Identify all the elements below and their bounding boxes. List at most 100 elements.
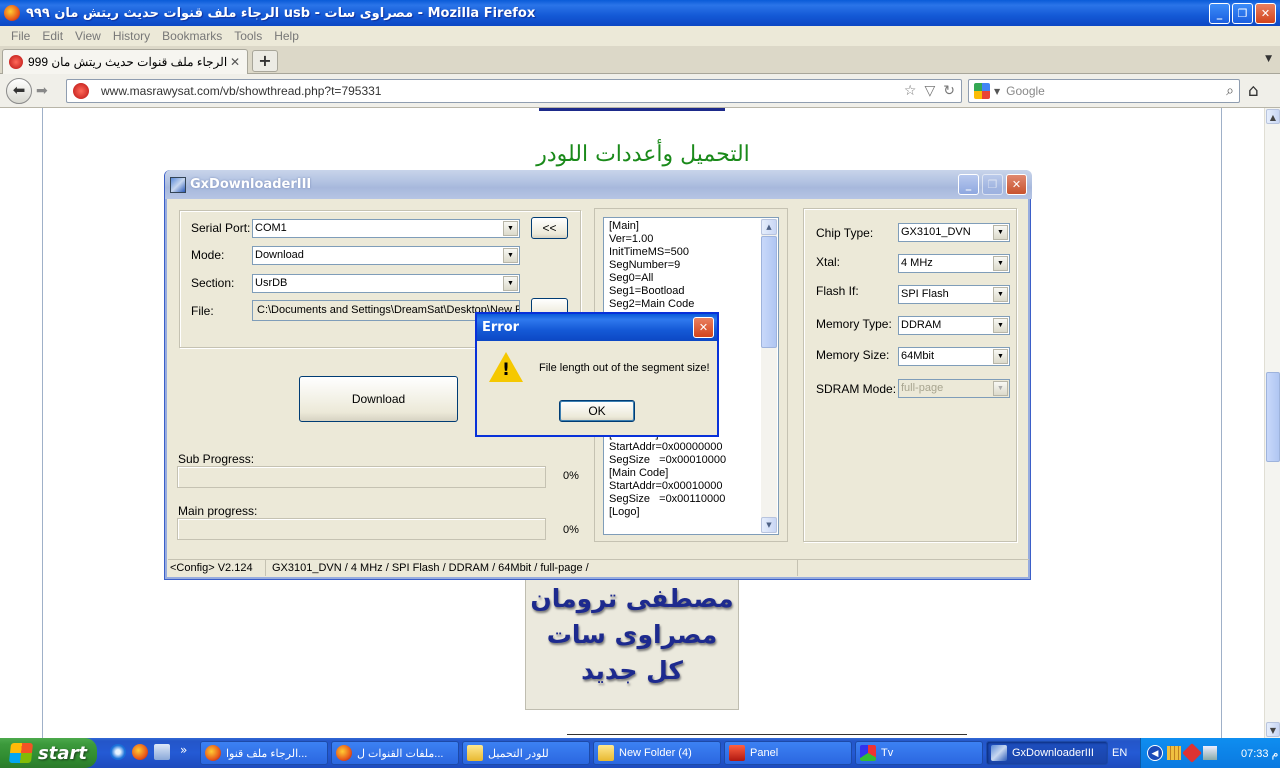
section-select[interactable]: UsrDB ▼ <box>252 274 520 293</box>
error-message: File length out of the segment size! <box>539 362 710 374</box>
xtal-select[interactable]: 4 MHz ▼ <box>898 254 1010 273</box>
firefox-icon <box>336 745 352 761</box>
home-icon[interactable]: ⌂ <box>1248 81 1259 101</box>
menu-file[interactable]: File <box>6 29 35 43</box>
browser-tab[interactable]: الرجاء ملف قنوات حديث ريتش مان 999 ... ✕ <box>2 49 248 74</box>
internet-explorer-icon[interactable] <box>110 744 126 760</box>
menu-help[interactable]: Help <box>269 29 304 43</box>
reload-icon[interactable]: ↻ <box>943 83 955 99</box>
gx-status-bar: <Config> V2.124 GX3101_DVN / 4 MHz / SPI… <box>168 559 1029 576</box>
config-line: SegSize =0x00010000 <box>609 454 727 466</box>
mode-select[interactable]: Download ▼ <box>252 246 520 265</box>
menu-view[interactable]: View <box>70 29 106 43</box>
config-scrollbar[interactable]: ▲ ▼ <box>761 219 777 533</box>
error-title-bar[interactable]: Error <box>477 314 717 341</box>
tab-title: الرجاء ملف قنوات حديث ريتش مان 999 ... <box>28 55 227 69</box>
start-button[interactable]: start <box>0 738 97 768</box>
firefox-icon <box>4 5 20 21</box>
sdram-mode-select: full-page ▼ <box>898 379 1010 398</box>
minimize-button[interactable]: _ <box>1209 3 1230 24</box>
chip-type-label: Chip Type: <box>816 226 874 240</box>
search-input[interactable]: Google <box>1006 84 1226 98</box>
url-text[interactable]: www.masrawysat.com/vb/showthread.php?t=7… <box>101 84 904 98</box>
collapse-button[interactable]: << <box>531 217 568 239</box>
chevron-down-icon[interactable]: ▼ <box>993 287 1008 302</box>
chevron-down-icon: ▼ <box>993 381 1008 396</box>
tray-tool-icon[interactable] <box>1182 743 1202 763</box>
address-bar[interactable]: www.masrawysat.com/vb/showthread.php?t=7… <box>66 79 962 103</box>
menu-edit[interactable]: Edit <box>37 29 68 43</box>
chip-type-select[interactable]: GX3101_DVN ▼ <box>898 223 1010 242</box>
menu-bookmarks[interactable]: Bookmarks <box>157 29 227 43</box>
menu-history[interactable]: History <box>108 29 155 43</box>
menu-bar: File Edit View History Bookmarks Tools H… <box>0 26 1280 46</box>
main-progress-percent: 0% <box>563 524 579 536</box>
taskbar-item[interactable]: ملفات القنوات ل... <box>331 741 459 765</box>
taskbar-item[interactable]: Panel <box>724 741 852 765</box>
taskbar-item[interactable]: للودر التحميل <box>462 741 590 765</box>
quicklaunch-more-icon[interactable]: » <box>180 743 187 757</box>
menu-tools[interactable]: Tools <box>229 29 267 43</box>
config-line: InitTimeMS=500 <box>609 246 689 258</box>
list-all-tabs-icon[interactable]: ▼ <box>1265 54 1272 64</box>
tray-expand-icon[interactable]: ◀ <box>1147 745 1163 761</box>
search-bar[interactable]: ▼ Google ⌕ <box>968 79 1240 103</box>
memory-type-select[interactable]: DDRAM ▼ <box>898 316 1010 335</box>
clock[interactable]: 07:33 م <box>1241 747 1278 760</box>
ok-button[interactable]: OK <box>559 400 635 422</box>
flash-if-select[interactable]: SPI Flash ▼ <box>898 285 1010 304</box>
chevron-down-icon[interactable]: ▼ <box>993 256 1008 271</box>
scroll-up-icon[interactable]: ▲ <box>1266 109 1280 124</box>
taskbar-item-label: الرجاء ملف قنوا... <box>226 747 308 760</box>
language-indicator[interactable]: EN <box>1112 747 1127 759</box>
taskbar-item[interactable]: New Folder (4) <box>593 741 721 765</box>
chevron-down-icon[interactable]: ▼ <box>503 276 518 291</box>
chevron-down-icon[interactable]: ▼ <box>993 318 1008 333</box>
serial-port-label: Serial Port: <box>191 221 251 235</box>
config-scrollbar-thumb[interactable] <box>761 236 777 348</box>
browser-title-bar[interactable]: الرجاء ملف قنوات حديث ريتش مان ٩٩٩ usb -… <box>0 0 1280 26</box>
taskbar-item[interactable]: Tv <box>855 741 983 765</box>
site-identity-icon[interactable] <box>73 83 89 99</box>
chevron-down-icon[interactable]: ▼ <box>993 225 1008 240</box>
gx-title-bar[interactable]: GxDownloaderIII _ ❐ ✕ <box>165 170 1032 199</box>
scroll-down-icon[interactable]: ▼ <box>1266 722 1280 737</box>
taskbar-item-active[interactable]: GxDownloaderIII <box>986 741 1108 765</box>
scroll-up-icon[interactable]: ▲ <box>761 219 777 235</box>
taskbar-item-label: Panel <box>750 747 779 759</box>
gx-close-button[interactable]: ✕ <box>1006 174 1027 195</box>
maximize-button[interactable]: ❐ <box>1232 3 1253 24</box>
tab-close-icon[interactable]: ✕ <box>227 55 243 69</box>
xtal-value: 4 MHz <box>901 257 933 269</box>
serial-port-select[interactable]: COM1 ▼ <box>252 219 520 238</box>
firefox-quicklaunch-icon[interactable] <box>132 744 148 760</box>
chevron-down-icon[interactable]: ▼ <box>993 349 1008 364</box>
search-engine-dropdown-icon[interactable]: ▼ <box>994 87 1000 96</box>
scrollbar-thumb[interactable] <box>1266 372 1280 462</box>
google-search-engine-icon[interactable] <box>974 83 990 99</box>
url-history-dropdown-icon[interactable]: ▽ <box>924 83 935 99</box>
windows-logo-icon <box>8 743 34 763</box>
tray-app-icon[interactable] <box>1167 746 1181 760</box>
taskbar-item[interactable]: الرجاء ملف قنوا... <box>200 741 328 765</box>
close-button[interactable]: ✕ <box>1255 3 1276 24</box>
tray-network-icon[interactable] <box>1203 746 1217 760</box>
memory-size-select[interactable]: 64Mbit ▼ <box>898 347 1010 366</box>
page-scrollbar[interactable]: ▲ ▼ <box>1264 108 1280 738</box>
new-tab-button[interactable]: + <box>252 50 278 72</box>
chevron-down-icon[interactable]: ▼ <box>503 248 518 263</box>
gx-minimize-button[interactable]: _ <box>958 174 979 195</box>
search-magnifier-icon[interactable]: ⌕ <box>1226 83 1234 99</box>
download-button[interactable]: Download <box>299 376 458 422</box>
scroll-down-icon[interactable]: ▼ <box>761 517 777 533</box>
main-progress-label: Main progress: <box>178 504 258 518</box>
signature-line: مصراوى سات <box>546 620 718 649</box>
show-desktop-icon[interactable] <box>154 744 170 760</box>
bookmark-star-icon[interactable]: ☆ <box>904 83 917 99</box>
start-label: start <box>38 742 87 764</box>
error-close-button[interactable]: ✕ <box>693 317 714 338</box>
forward-button[interactable]: ➡ <box>36 83 48 99</box>
memory-type-label: Memory Type: <box>816 317 892 331</box>
chevron-down-icon[interactable]: ▼ <box>503 221 518 236</box>
back-button[interactable]: ⬅ <box>6 78 32 104</box>
